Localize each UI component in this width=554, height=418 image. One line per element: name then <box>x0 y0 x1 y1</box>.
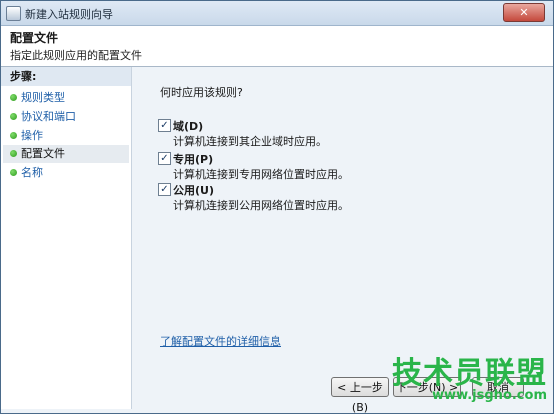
step-bullet-icon <box>10 169 17 176</box>
question-text: 何时应用该规则? <box>160 86 243 99</box>
window-title: 新建入站规则向导 <box>25 8 113 21</box>
sidebar-item-action[interactable]: 操作 <box>3 127 129 145</box>
sidebar-item-profile[interactable]: 配置文件 <box>3 145 129 163</box>
sidebar-item-label: 规则类型 <box>21 91 65 104</box>
domain-checkbox[interactable]: ✓ <box>158 119 171 132</box>
private-label[interactable]: 专用(P) <box>173 151 213 167</box>
page-subtitle: 指定此规则应用的配置文件 <box>10 49 142 62</box>
public-checkbox[interactable]: ✓ <box>158 183 171 196</box>
title-bar[interactable]: 新建入站规则向导 ✕ <box>1 1 553 26</box>
step-bullet-icon <box>10 132 17 139</box>
sidebar-item-name[interactable]: 名称 <box>3 164 129 182</box>
public-description: 计算机连接到公用网络位置时应用。 <box>173 199 349 212</box>
private-checkbox[interactable]: ✓ <box>158 152 171 165</box>
watermark-logo-text: 技术员联盟 <box>392 356 547 391</box>
step-bullet-icon <box>10 94 17 101</box>
step-bullet-icon <box>10 150 17 157</box>
private-description: 计算机连接到专用网络位置时应用。 <box>173 168 349 181</box>
step-bullet-icon <box>10 113 17 120</box>
watermark: 技术员联盟 www.jsgho.com <box>392 348 547 403</box>
public-label[interactable]: 公用(U) <box>173 182 214 198</box>
app-icon <box>6 6 21 21</box>
sidebar-item-label: 名称 <box>21 166 43 179</box>
close-button[interactable]: ✕ <box>503 3 545 22</box>
wizard-window: 新建入站规则向导 ✕ 配置文件 指定此规则应用的配置文件 步骤: 规则类型 协议… <box>0 0 554 414</box>
domain-label[interactable]: 域(D) <box>173 118 203 134</box>
profile-info-link[interactable]: 了解配置文件的详细信息 <box>160 333 281 349</box>
domain-description: 计算机连接到其企业域时应用。 <box>173 135 327 148</box>
steps-label: 步骤: <box>1 67 131 86</box>
sidebar-item-label: 配置文件 <box>21 147 65 160</box>
wizard-header: 配置文件 指定此规则应用的配置文件 <box>1 26 553 67</box>
steps-sidebar: 步骤: 规则类型 协议和端口 操作 配置文件 名称 <box>1 67 132 409</box>
sidebar-item-protocol-ports[interactable]: 协议和端口 <box>3 108 129 126</box>
content-pane: 何时应用该规则? ✓ 域(D) 计算机连接到其企业域时应用。 ✓ 专用(P) 计… <box>132 67 553 414</box>
page-title: 配置文件 <box>10 31 59 45</box>
sidebar-item-rule-type[interactable]: 规则类型 <box>3 89 129 107</box>
sidebar-item-label: 操作 <box>21 129 43 142</box>
back-button[interactable]: < 上一步(B) <box>331 377 389 414</box>
sidebar-item-label: 协议和端口 <box>21 110 76 123</box>
